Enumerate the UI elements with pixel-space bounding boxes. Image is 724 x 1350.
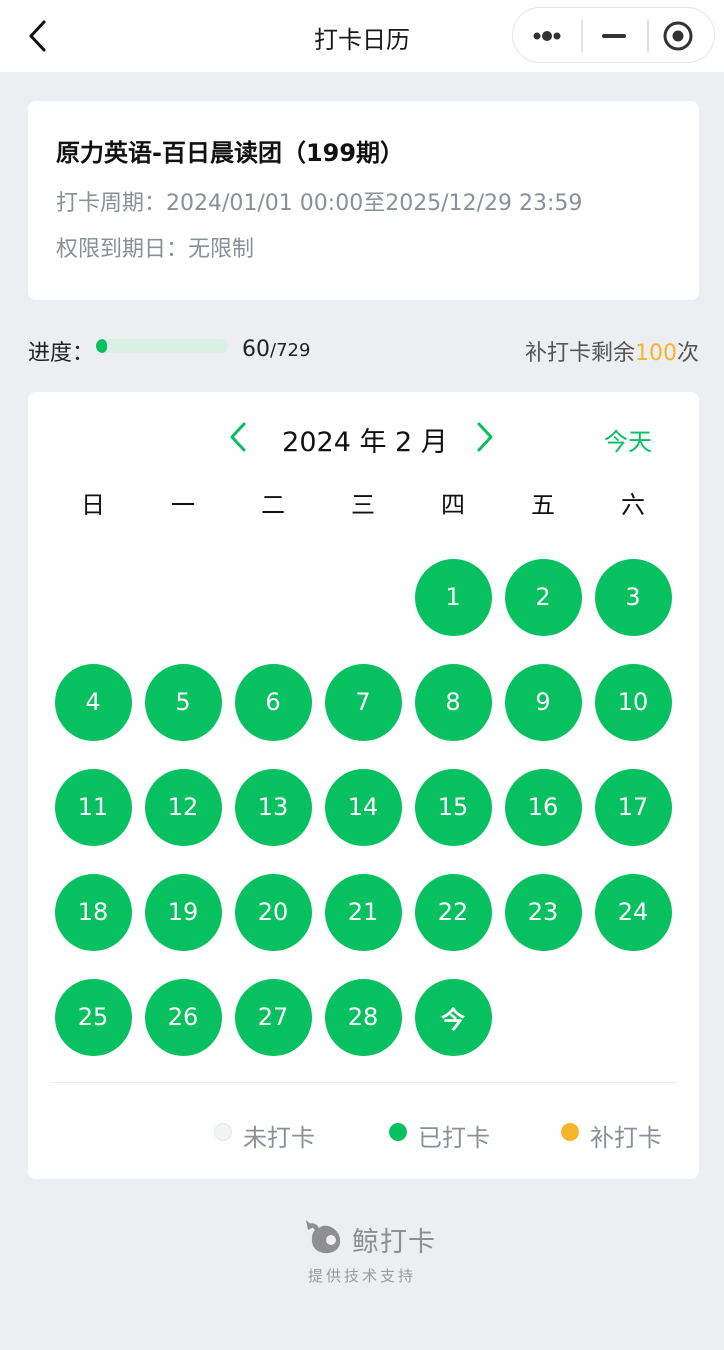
legend-checked-label: 已打卡 [418, 1124, 490, 1152]
day-cell[interactable]: 25 [54, 978, 132, 1056]
today-button[interactable]: 今天 [604, 422, 652, 457]
day-cell[interactable]: 5 [144, 663, 222, 741]
minimize-icon[interactable] [581, 8, 649, 64]
day-cell[interactable]: 23 [504, 873, 582, 951]
day-cell[interactable]: 19 [144, 873, 222, 951]
day-cell[interactable]: 15 [414, 768, 492, 846]
weekday-header: 五 [531, 491, 555, 519]
day-cell[interactable]: 22 [414, 873, 492, 951]
progress-total: /729 [270, 340, 311, 361]
permission-expiry: 权限到期日：无限制 [56, 237, 255, 262]
weekday-header: 四 [441, 491, 465, 519]
weekday-header: 六 [621, 491, 645, 519]
footer-brand: 鲸打卡 [352, 1227, 436, 1258]
mini-program-capsule [512, 7, 715, 63]
course-title: 原力英语-百日晨读团（199期） [56, 139, 405, 167]
weekday-header: 日 [81, 491, 105, 519]
progress-bar [96, 339, 228, 353]
weekday-header: 二 [261, 491, 285, 519]
legend-unchecked-label: 未打卡 [243, 1124, 315, 1152]
day-cell[interactable]: 17 [594, 768, 672, 846]
footer-subtitle: 提供技术支持 [308, 1267, 417, 1285]
progress-label: 进度： [28, 341, 95, 366]
legend-checked-dot [389, 1123, 407, 1141]
day-cell[interactable]: 26 [144, 978, 222, 1056]
makeup-prefix: 补打卡剩余 [524, 341, 635, 366]
day-cell[interactable]: 9 [504, 663, 582, 741]
calendar-card: 2024 年 2 月 今天 日一二三四五六 1 2 3 4 5 6 7 8 9 10 11 12 13 1… [28, 392, 699, 1179]
nav-bar: 打卡日历 [0, 0, 724, 72]
day-cell[interactable]: 27 [234, 978, 312, 1056]
legend-makeup-label: 补打卡 [590, 1124, 662, 1152]
whale-logo-icon [306, 1218, 346, 1256]
day-cell[interactable]: 13 [234, 768, 312, 846]
close-target-icon[interactable] [647, 8, 715, 64]
day-cell[interactable]: 14 [324, 768, 402, 846]
weekday-header: 一 [171, 491, 195, 519]
day-cell[interactable]: 12 [144, 768, 222, 846]
day-cell[interactable]: 2 [504, 558, 582, 636]
prev-month-icon[interactable] [226, 420, 250, 454]
day-cell[interactable]: 11 [54, 768, 132, 846]
day-cell-today[interactable]: 今 [414, 978, 492, 1056]
day-cell[interactable]: 3 [594, 558, 672, 636]
month-label: 2024 年 2 月 [282, 427, 448, 458]
weekday-header: 三 [351, 491, 375, 519]
day-cell[interactable]: 16 [504, 768, 582, 846]
course-info-card: 原力英语-百日晨读团（199期） 打卡周期：2024/01/01 00:00至2… [28, 101, 699, 300]
progress-fill [96, 339, 107, 353]
progress-done: 60 [242, 337, 270, 362]
checkin-period: 打卡周期：2024/01/01 00:00至2025/12/29 23:59 [56, 191, 583, 216]
progress-count: 60/729 [242, 337, 310, 362]
day-cell[interactable]: 20 [234, 873, 312, 951]
day-cell[interactable]: 21 [324, 873, 402, 951]
day-cell[interactable]: 18 [54, 873, 132, 951]
makeup-remaining: 补打卡剩余100次 [525, 335, 699, 367]
makeup-suffix: 次 [676, 341, 699, 366]
day-cell[interactable]: 8 [414, 663, 492, 741]
day-cell[interactable]: 7 [324, 663, 402, 741]
day-cell[interactable]: 1 [414, 558, 492, 636]
day-cell[interactable]: 28 [324, 978, 402, 1056]
day-cell[interactable]: 24 [594, 873, 672, 951]
makeup-count: 100 [634, 341, 677, 366]
legend-unchecked-dot [214, 1123, 232, 1141]
legend-makeup-dot [561, 1123, 579, 1141]
day-cell[interactable]: 6 [234, 663, 312, 741]
divider [50, 1082, 676, 1083]
day-cell[interactable]: 4 [54, 663, 132, 741]
next-month-icon[interactable] [473, 420, 497, 454]
day-cell[interactable]: 10 [594, 663, 672, 741]
more-icon[interactable] [513, 8, 581, 64]
